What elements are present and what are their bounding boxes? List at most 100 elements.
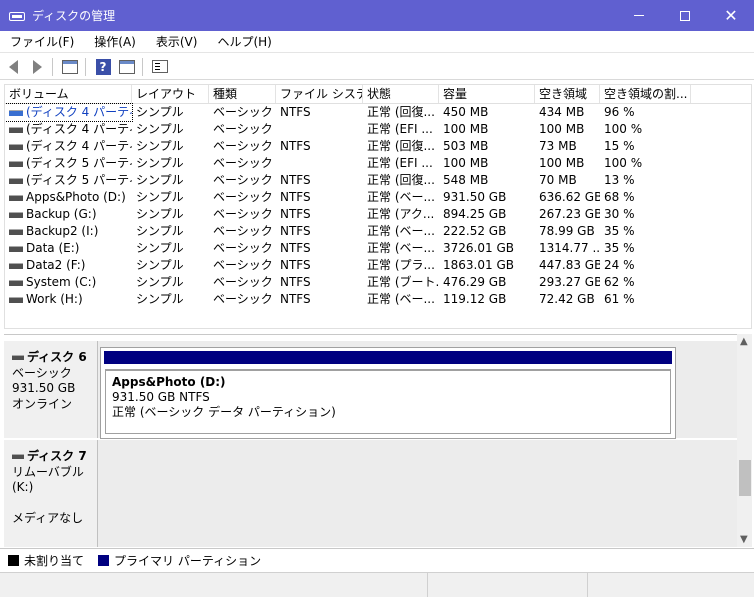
disk-row-6: ディスク 6 ベーシック 931.50 GB オンライン Apps&Photo … — [4, 341, 737, 439]
close-button[interactable]: ✕ — [708, 0, 754, 31]
cell-volume: Backup (G:) — [5, 206, 132, 223]
disk-label-7[interactable]: ディスク 7 リムーバブル (K:) メディアなし — [4, 440, 98, 547]
cell-fs: NTFS — [280, 190, 311, 204]
properties-button[interactable] — [149, 56, 171, 78]
cell-volume: (ディスク 4 パーティシ... — [5, 121, 132, 138]
table-row[interactable]: Data (E:) シンプル ベーシック NTFS 正常 (ベー... 3726.01 G… — [5, 240, 751, 257]
menu-help[interactable]: ヘルプ(H) — [207, 33, 281, 50]
primary-partition-swatch — [98, 555, 110, 566]
cell-type: ベーシック — [213, 258, 273, 272]
volume-name: Work (H:) — [26, 292, 83, 306]
disk-row-7: ディスク 7 リムーバブル (K:) メディアなし — [4, 440, 737, 547]
action-pane-icon — [119, 59, 135, 74]
cell-type: ベーシック — [213, 224, 273, 238]
help-button[interactable]: ? — [92, 56, 114, 78]
cell-fs: NTFS — [280, 139, 311, 153]
cell-fs: NTFS — [280, 207, 311, 221]
cell-fs: NTFS — [280, 241, 311, 255]
menu-view[interactable]: 表示(V) — [146, 33, 208, 50]
cell-status: 正常 (EFI ... — [367, 122, 433, 136]
cell-volume: Backup2 (I:) — [5, 223, 132, 240]
cell-volume: Apps&Photo (D:) — [5, 189, 132, 206]
status-segment — [428, 573, 588, 597]
partition-apps-photo[interactable]: Apps&Photo (D:) 931.50 GB NTFS 正常 (ベーシック… — [100, 347, 676, 439]
table-row[interactable]: (ディスク 5 パーティシ... シンプル ベーシック 正常 (EFI ... 100 … — [5, 155, 751, 172]
cell-pct: 96 % — [604, 105, 635, 119]
partition-name: Apps&Photo (D:) — [112, 375, 226, 389]
volume-name: (ディスク 5 パーティシ... — [26, 156, 132, 170]
cell-free: 100 MB — [539, 122, 585, 136]
window-title: ディスクの管理 — [32, 9, 116, 23]
cell-volume: (ディスク 5 パーティシ... — [5, 172, 132, 189]
header-col-volume[interactable]: ボリューム — [5, 85, 132, 103]
volume-name: Backup2 (I:) — [26, 224, 99, 238]
legend-primary-partition: プライマリ パーティション — [114, 554, 262, 568]
disk-view-scrollbar[interactable]: ▲ ▼ — [737, 334, 752, 547]
table-row[interactable]: (ディスク 5 パーティシ... シンプル ベーシック NTFS 正常 (回復... 54… — [5, 172, 751, 189]
scrollbar-thumb[interactable] — [739, 460, 751, 496]
header-col-type[interactable]: 種類 — [209, 85, 276, 103]
cell-layout: シンプル — [136, 139, 184, 153]
table-row[interactable]: Work (H:) シンプル ベーシック NTFS 正常 (ベー... 119.12 GB… — [5, 291, 751, 308]
console-tree-icon — [62, 59, 78, 74]
cell-type: ベーシック — [213, 122, 273, 136]
maximize-button[interactable] — [662, 0, 708, 31]
table-row[interactable]: Apps&Photo (D:) シンプル ベーシック NTFS 正常 (ベー... 931… — [5, 189, 751, 206]
volume-name: (ディスク 4 パーティシ... — [26, 139, 132, 153]
cell-layout: シンプル — [136, 275, 184, 289]
cell-capacity: 894.25 GB — [443, 207, 507, 221]
disk-icon — [12, 454, 24, 460]
header-col-free-pct[interactable]: 空き領域の割... — [600, 85, 691, 103]
menu-action[interactable]: 操作(A) — [84, 33, 146, 50]
cell-layout: シンプル — [136, 292, 184, 306]
cell-type: ベーシック — [213, 241, 273, 255]
table-row[interactable]: Data2 (F:) シンプル ベーシック NTFS 正常 (プラ... 1863.01 … — [5, 257, 751, 274]
cell-capacity: 100 MB — [443, 122, 489, 136]
menu-file[interactable]: ファイル(F) — [0, 33, 84, 50]
cell-volume: Data (E:) — [5, 240, 132, 257]
minimize-button[interactable] — [616, 0, 662, 31]
cell-volume: (ディスク 5 パーティシ... — [5, 155, 132, 172]
cell-free: 1314.77 ... — [539, 241, 600, 255]
forward-button[interactable] — [26, 56, 48, 78]
header-col-filesystem[interactable]: ファイル システム — [276, 85, 363, 103]
table-row[interactable]: (ディスク 4 パーティシ... シンプル ベーシック NTFS 正常 (回復... 45… — [5, 103, 751, 122]
scroll-up-icon[interactable]: ▲ — [740, 336, 748, 347]
table-row[interactable]: Backup2 (I:) シンプル ベーシック NTFS 正常 (ベー... 222.52… — [5, 223, 751, 240]
header-col-status[interactable]: 状態 — [363, 85, 439, 103]
cell-free: 72.42 GB — [539, 292, 595, 306]
cell-volume: (ディスク 4 パーティシ... — [5, 138, 132, 155]
disk-kind: リムーバブル (K:) — [12, 464, 84, 495]
table-row[interactable]: System (C:) シンプル ベーシック NTFS 正常 (ブート... 476.29… — [5, 274, 751, 291]
cell-free: 447.83 GB — [539, 258, 600, 272]
cell-layout: シンプル — [136, 173, 184, 187]
cell-status: 正常 (ベー... — [367, 292, 435, 306]
header-col-free[interactable]: 空き領域 — [535, 85, 600, 103]
header-col-capacity[interactable]: 容量 — [439, 85, 535, 103]
volume-icon — [9, 109, 23, 116]
back-button[interactable] — [2, 56, 24, 78]
cell-type: ベーシック — [213, 156, 273, 170]
table-row[interactable]: (ディスク 4 パーティシ... シンプル ベーシック NTFS 正常 (回復... 50… — [5, 138, 751, 155]
show-hide-console-tree-button[interactable] — [59, 56, 81, 78]
table-row[interactable]: Backup (G:) シンプル ベーシック NTFS 正常 (アク... 894.25 … — [5, 206, 751, 223]
cell-pct: 68 % — [604, 190, 635, 204]
volume-name: Data (E:) — [26, 241, 80, 255]
disk-icon — [12, 355, 24, 361]
cell-fs: NTFS — [280, 275, 311, 289]
menu-bar: ファイル(F) 操作(A) 表示(V) ヘルプ(H) — [0, 31, 754, 53]
volume-name: (ディスク 4 パーティシ... — [26, 105, 132, 119]
maximize-icon — [680, 10, 690, 21]
header-col-layout[interactable]: レイアウト — [132, 85, 209, 103]
cell-pct: 30 % — [604, 207, 635, 221]
scroll-down-icon[interactable]: ▼ — [740, 534, 748, 545]
volume-icon — [9, 211, 23, 218]
cell-fs — [276, 121, 363, 138]
show-hide-action-pane-button[interactable] — [116, 56, 138, 78]
cell-volume: (ディスク 4 パーティシ... — [5, 103, 133, 122]
status-bar — [0, 572, 754, 597]
table-row[interactable]: (ディスク 4 パーティシ... シンプル ベーシック 正常 (EFI ... 100 … — [5, 121, 751, 138]
cell-type: ベーシック — [213, 275, 273, 289]
cell-fs: NTFS — [280, 258, 311, 272]
disk-label-6[interactable]: ディスク 6 ベーシック 931.50 GB オンライン — [4, 341, 98, 438]
